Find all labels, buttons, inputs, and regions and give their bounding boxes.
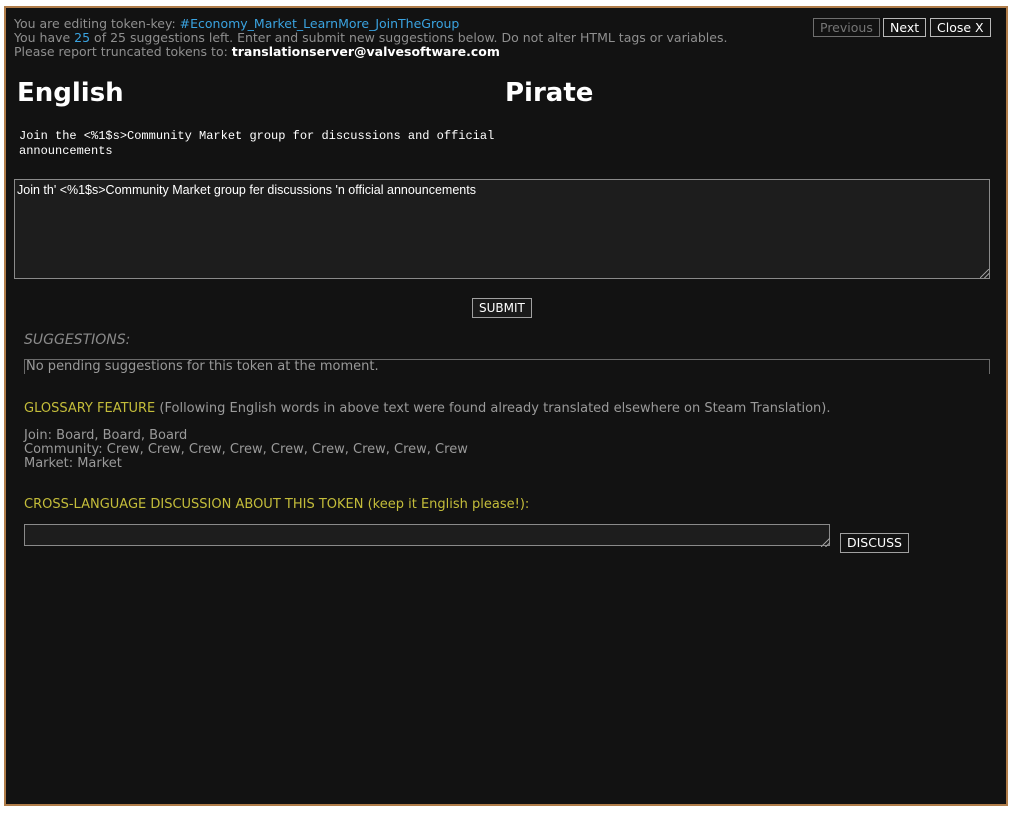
glossary-entry: Join: Board, Board, Board [24,428,188,443]
next-button[interactable]: Next [883,18,927,37]
report-email-link[interactable]: translationserver@valvesoftware.com [232,44,500,59]
report-prefix: Please report truncated tokens to: [14,44,232,59]
token-key-link[interactable]: #Economy_Market_LearnMore_JoinTheGroup [180,16,460,31]
suggestions-empty-message: No pending suggestions for this token at… [26,359,379,374]
source-text: Join the <%1$s>Community Market group fo… [19,129,495,158]
glossary-line: GLOSSARY FEATURE (Following English word… [24,401,830,416]
resize-grip-icon[interactable] [980,269,989,278]
discuss-button[interactable]: DISCUSS [840,533,909,553]
have-prefix: You have [14,30,75,45]
have-suffix: of 25 suggestions left. Enter and submit… [90,30,728,45]
glossary-entry: Market: Market [24,456,122,471]
previous-button[interactable]: Previous [813,18,880,37]
submit-button[interactable]: SUBMIT [472,298,532,318]
glossary-title: GLOSSARY FEATURE [24,401,156,416]
translation-input[interactable]: Join th' <%1$s>Community Market group fe… [14,179,990,279]
target-language-heading: Pirate [505,78,594,108]
report-line: Please report truncated tokens to: trans… [14,45,500,59]
glossary-entries: Join: Board, Board, Board Community: Cre… [24,429,468,471]
glossary-note: (Following English words in above text w… [155,401,831,416]
editing-line: You are editing token-key: #Economy_Mark… [14,17,459,31]
suggestions-heading: SUGGESTIONS: [24,332,131,348]
translation-panel: You are editing token-key: #Economy_Mark… [4,6,1008,806]
editing-prefix: You are editing token-key: [14,16,180,31]
discussion-heading: CROSS-LANGUAGE DISCUSSION ABOUT THIS TOK… [24,497,530,512]
suggestions-count-line: You have 25 of 25 suggestions left. Ente… [14,31,727,45]
close-button[interactable]: Close X [930,18,991,37]
resize-grip-icon[interactable] [821,538,830,547]
suggestions-list: No pending suggestions for this token at… [24,359,990,374]
glossary-entry: Community: Crew, Crew, Crew, Crew, Crew,… [24,442,468,457]
suggestions-left-count: 25 [74,30,91,45]
source-language-heading: English [17,78,124,108]
discussion-input[interactable] [24,524,830,546]
